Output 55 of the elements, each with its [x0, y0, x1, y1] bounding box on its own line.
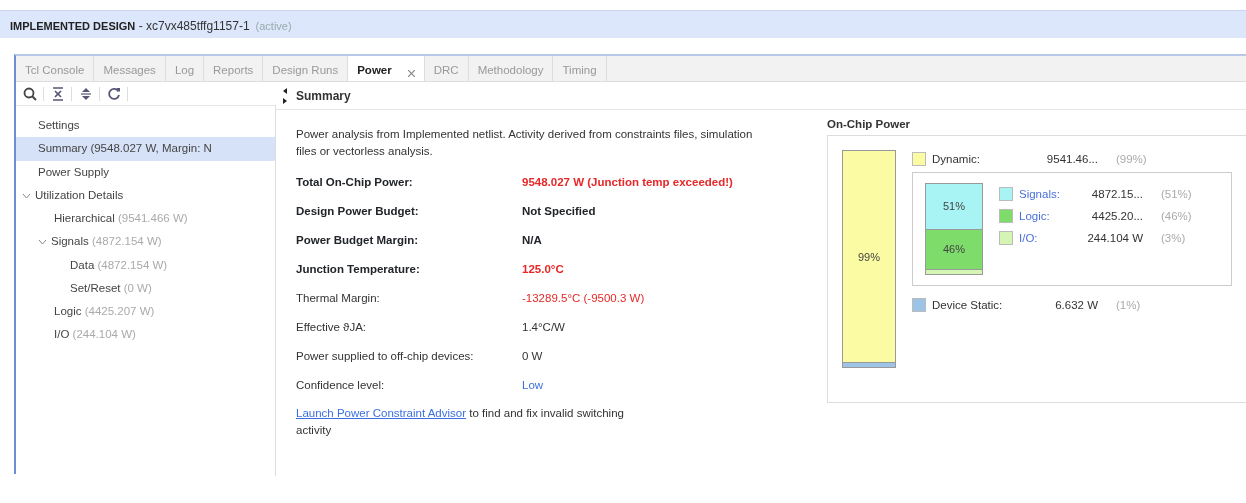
legend-label: Signals:: [1019, 186, 1061, 202]
tree-item[interactable]: Power Supply: [16, 160, 275, 184]
legend-label: I/O:: [1019, 230, 1039, 246]
legend-percent: (3%): [1161, 230, 1186, 246]
field-label: Power Budget Margin:: [296, 226, 522, 256]
status-label: (active): [255, 20, 292, 32]
bar-segment: 51%: [926, 184, 982, 229]
field-value: 1.4°C/W: [522, 321, 565, 334]
tree-item[interactable]: Signals (4872.154 W): [16, 230, 275, 254]
refresh-icon[interactable]: [106, 86, 121, 101]
legend-label: Logic:: [1019, 208, 1051, 224]
tree-item[interactable]: Settings: [16, 114, 275, 138]
tree-item[interactable]: Utilization Details: [16, 183, 275, 207]
legend-value: 6.632 W: [1054, 297, 1098, 313]
legend-value: 4872.15...: [1090, 186, 1143, 202]
bar-segment: 99%: [843, 151, 895, 363]
advisor-link[interactable]: Launch Power Constraint Advisor: [296, 406, 467, 419]
tree-item[interactable]: Logic (4425.207 W): [16, 300, 275, 324]
tree-item[interactable]: Summary (9548.027 W, Margin: N: [16, 137, 275, 161]
window-title: IMPLEMENTED DESIGN: [10, 20, 136, 32]
advisor-text: Launch Power Constraint Advisor to find and fix invalid switching activity: [296, 405, 625, 438]
field-label: Thermal Margin:: [296, 284, 522, 314]
search-icon[interactable]: [22, 86, 37, 101]
legend-value: 9541.46...: [1045, 151, 1098, 167]
panel-title: Summary: [296, 87, 351, 105]
field-value: -13289.5°C (-9500.3 W): [522, 292, 645, 305]
bar-segment: 46%: [926, 228, 982, 270]
legend-label: Device Static:: [932, 297, 1004, 313]
field-value: 0 W: [522, 350, 543, 363]
field-label: Design Power Budget:: [296, 197, 522, 227]
field-value: Not Specified: [522, 205, 596, 218]
field-value: 9548.027 W (Junction temp exceeded!): [522, 176, 733, 189]
tree-item[interactable]: Data (4872.154 W): [16, 253, 275, 277]
legend-percent: (51%): [1161, 186, 1192, 202]
expand-all-icon[interactable]: [79, 86, 92, 101]
collapse-all-icon[interactable]: [51, 86, 64, 101]
confidence-link[interactable]: Low: [522, 379, 544, 392]
field-value: N/A: [522, 234, 542, 247]
field-label: Junction Temperature:: [296, 255, 522, 285]
description-text: Power analysis from Implemented netlist. Activity derived from constraints files, simulation files or vectorless analysis.: [296, 127, 754, 160]
tree-item[interactable]: Hierarchical (9541.466 W): [16, 207, 275, 231]
legend-value: 4425.20...: [1090, 208, 1143, 224]
field-value: 125.0°C: [522, 263, 564, 276]
legend-percent: (99%): [1116, 151, 1147, 167]
legend-percent: (46%): [1161, 208, 1192, 224]
field-label: Power supplied to off-chip devices:: [296, 342, 522, 372]
field-label: Confidence level:: [296, 371, 522, 401]
part-name: - xc7vx485tffg1157-1: [137, 19, 250, 33]
legend-percent: (1%): [1116, 297, 1141, 313]
legend-label: Dynamic:: [932, 151, 981, 167]
tree-item[interactable]: Set/Reset (0 W): [16, 276, 275, 300]
field-label: Total On-Chip Power:: [296, 168, 522, 198]
tree-item[interactable]: I/O (244.104 W): [16, 323, 275, 347]
field-label: Effective ϑJA:: [296, 313, 522, 343]
legend-value: 244.104 W: [1086, 230, 1143, 246]
